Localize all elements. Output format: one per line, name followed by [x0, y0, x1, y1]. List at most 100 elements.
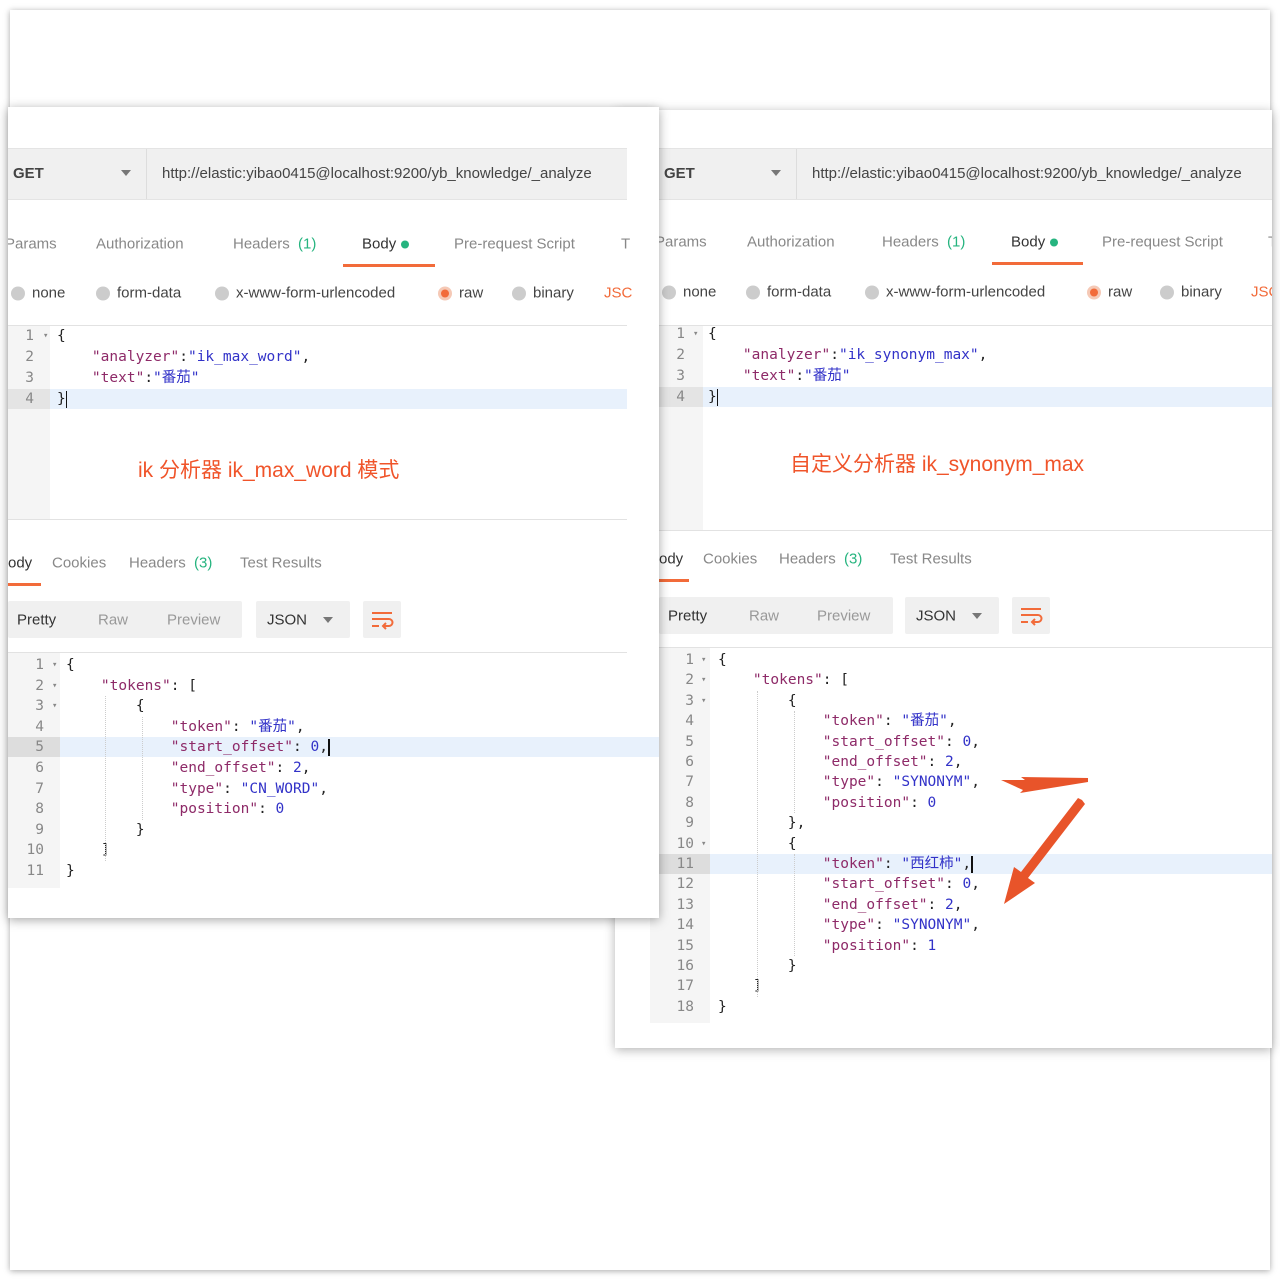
tab-params[interactable]: Params	[655, 234, 707, 251]
request-code-line[interactable]: "analyzer":"ik_synonym_max",	[708, 345, 987, 365]
radio-none[interactable]: none	[11, 285, 65, 302]
line-number: 2	[35, 677, 44, 694]
url-input[interactable]: http://elastic:yibao0415@localhost:9200/…	[812, 149, 1242, 199]
tab-params[interactable]: Params	[8, 236, 57, 253]
code-token: 0	[927, 794, 937, 811]
code-token: 1	[927, 937, 937, 954]
wrap-lines-button[interactable]	[363, 601, 401, 638]
fold-arrow-icon[interactable]: ▾	[52, 696, 57, 716]
radio-x-www-form-urlencoded[interactable]: x-www-form-urlencoded	[215, 285, 395, 302]
tab-authorization[interactable]: Authorization	[96, 236, 184, 253]
tab-headers[interactable]: Headers	[882, 234, 939, 251]
resp-tab-body[interactable]: ody	[8, 555, 32, 572]
code-token: }	[718, 998, 727, 1015]
line-number: 17	[676, 978, 694, 995]
line-number: 2	[25, 349, 34, 365]
view-preview-button[interactable]: Preview	[817, 608, 870, 625]
radio-binary[interactable]: binary	[1160, 284, 1222, 301]
resp-tab-headers[interactable]: Headers	[129, 555, 186, 572]
code-token: ,	[301, 760, 311, 776]
view-pretty-button[interactable]: Pretty	[668, 608, 707, 625]
wrap-lines-button[interactable]	[1012, 597, 1050, 634]
code-token: "tokens"	[100, 677, 171, 694]
fold-arrow-icon[interactable]: ▾	[52, 676, 57, 696]
headers-count: (1)	[947, 233, 966, 251]
radio-form-data[interactable]: form-data	[746, 284, 831, 301]
view-raw-button[interactable]: Raw	[98, 612, 128, 629]
fold-arrow-icon[interactable]: ▾	[693, 324, 698, 344]
code-token: "token"	[822, 713, 884, 730]
radio-label: binary	[1181, 283, 1222, 301]
response-code-line: "end_offset": 2,	[718, 752, 963, 772]
response-code-line: "token": "番茄",	[66, 717, 305, 737]
resp-tab-test-results[interactable]: Test Results	[890, 551, 972, 568]
resp-tab-cookies[interactable]: Cookies	[52, 555, 106, 572]
method-label: GET	[664, 165, 695, 182]
request-code-line[interactable]: "text":"番茄"	[57, 368, 200, 388]
tab-tests[interactable]: T	[1268, 234, 1272, 251]
fold-arrow-icon[interactable]: ▾	[701, 670, 706, 690]
view-raw-button[interactable]: Raw	[749, 608, 779, 625]
fold-arrow-icon[interactable]: ▾	[52, 655, 57, 675]
view-preview-button[interactable]: Preview	[167, 612, 220, 629]
line-number: 4	[676, 389, 685, 405]
tab-pre-request-script[interactable]: Pre-request Script	[1102, 234, 1223, 251]
fold-arrow-icon[interactable]: ▾	[701, 834, 706, 854]
radio-form-data[interactable]: form-data	[96, 285, 181, 302]
code-token: ,	[319, 780, 328, 797]
arrow-down-left-icon	[1004, 798, 1085, 904]
request-code-line[interactable]: "analyzer":"ik_max_word",	[57, 347, 310, 367]
body-format-json[interactable]: JSC	[1251, 284, 1272, 301]
request-code-line[interactable]: }	[708, 387, 718, 407]
code-token: 2	[945, 754, 954, 770]
request-code-line[interactable]: {	[708, 324, 717, 344]
radio-raw[interactable]: raw	[438, 285, 483, 302]
active-line	[50, 389, 627, 409]
code-token: 2	[945, 896, 954, 913]
radio-binary[interactable]: binary	[512, 285, 574, 302]
tab-body[interactable]: Body	[1011, 234, 1059, 251]
view-pretty-button[interactable]: Pretty	[17, 612, 56, 629]
code-token: "番茄"	[804, 368, 851, 384]
resp-headers-count: (3)	[194, 554, 213, 572]
response-code-line: {	[66, 655, 75, 675]
line-number: 5	[35, 739, 44, 756]
tab-authorization[interactable]: Authorization	[747, 234, 835, 251]
code-token: :	[910, 794, 928, 811]
tab-tests[interactable]: T	[621, 236, 630, 253]
resp-tab-headers[interactable]: Headers	[779, 551, 836, 568]
format-select[interactable]: JSON	[905, 597, 999, 634]
request-code-line[interactable]: }	[57, 389, 67, 409]
tab-pre-request-script[interactable]: Pre-request Script	[454, 236, 575, 253]
radio-none[interactable]: none	[662, 284, 716, 301]
tab-body[interactable]: Body	[362, 236, 410, 253]
radio-x-www-form-urlencoded[interactable]: x-www-form-urlencoded	[865, 284, 1045, 301]
body-modified-dot	[1050, 238, 1059, 247]
radio-raw[interactable]: raw	[1087, 284, 1132, 301]
fold-arrow-icon[interactable]: ▾	[43, 326, 48, 346]
body-format-json[interactable]: JSC	[604, 285, 632, 302]
format-select[interactable]: JSON	[256, 601, 350, 638]
request-code-line[interactable]: "text":"番茄"	[708, 366, 851, 386]
tab-headers[interactable]: Headers	[233, 236, 290, 253]
resp-tab-cookies[interactable]: Cookies	[703, 551, 757, 568]
code-token: "token"	[822, 856, 884, 872]
resp-tab-body[interactable]: ody	[659, 551, 683, 568]
url-input[interactable]: http://elastic:yibao0415@localhost:9200/…	[162, 149, 592, 199]
code-token: ,	[295, 718, 305, 735]
resp-tab-test-results[interactable]: Test Results	[240, 555, 322, 572]
code-token: :	[795, 368, 805, 384]
fold-arrow-icon[interactable]: ▾	[701, 691, 706, 711]
fold-arrow-icon[interactable]: ▾	[701, 650, 706, 670]
method-select[interactable]: GET	[659, 149, 797, 199]
headers-count: (1)	[298, 235, 317, 253]
code-token: :	[275, 760, 293, 776]
response-code-line: "tokens": [	[66, 676, 197, 696]
code-token: "type"	[822, 917, 876, 934]
request-code-line[interactable]: {	[57, 326, 66, 346]
method-select[interactable]: GET	[8, 149, 147, 199]
code-token: "text"	[91, 370, 145, 386]
